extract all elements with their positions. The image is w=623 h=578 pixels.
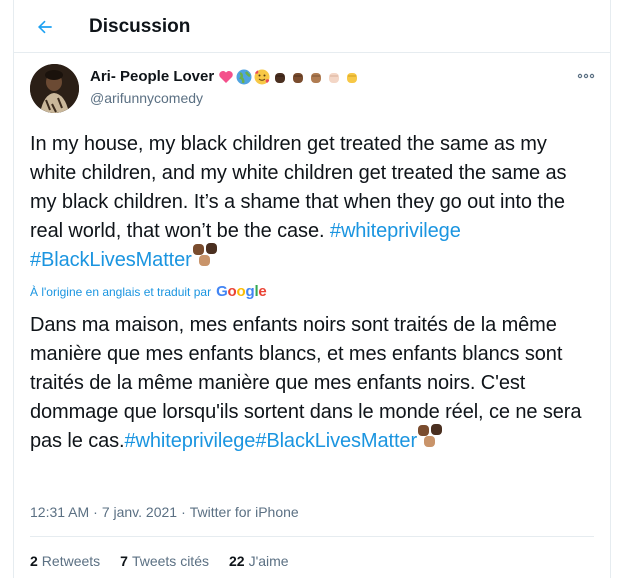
page-title: Discussion (89, 16, 191, 37)
hashtag-whiteprivilege-translated[interactable]: #whiteprivilege (125, 430, 256, 452)
avatar[interactable] (30, 64, 79, 113)
translated-by-label: À l'origine en anglais et traduit par (30, 284, 212, 299)
more-dots-icon (577, 73, 595, 79)
google-logo: Google (216, 283, 267, 300)
earth-globe-icon (236, 69, 252, 84)
tweet-original-text: In my house, my black children get treat… (30, 130, 596, 275)
hashtag-blacklivesmatter[interactable]: #BlackLivesMatter (30, 249, 192, 271)
name-emojis (218, 69, 360, 85)
retweets-stat[interactable]: 2 Retweets (30, 553, 100, 569)
meta-separator-2: · (181, 504, 186, 520)
raised-fists-icon (192, 243, 224, 270)
retweets-count: 2 (30, 553, 38, 569)
arrow-left-icon (38, 20, 52, 34)
avatar-image (30, 64, 79, 113)
original-text-body: In my house, my black children get treat… (30, 133, 567, 242)
raised-fist-light-icon (329, 72, 340, 83)
smiling-face-with-hearts-icon (254, 69, 270, 84)
likes-count: 22 (228, 553, 245, 569)
tweet-translated-text: Dans ma maison, mes enfants noirs sont t… (30, 311, 596, 456)
author-display-name[interactable]: Ari- People Lover (90, 68, 214, 85)
raised-fist-medium-icon (311, 72, 322, 83)
raised-fists-translated-icon (417, 424, 449, 451)
tweet-time[interactable]: 12:31 AM (30, 504, 89, 520)
retweets-label: Retweets (41, 553, 101, 569)
hashtag-blacklivesmatter-translated[interactable]: #BlackLivesMatter (255, 430, 417, 452)
likes-stat[interactable]: 22 J'aime (229, 553, 289, 569)
translation-attribution[interactable]: À l'origine en anglais et traduit par Go… (30, 283, 267, 300)
hashtag-whiteprivilege[interactable]: #whiteprivilege (330, 220, 461, 242)
raised-fist-medium-dark-icon (293, 72, 304, 83)
engagement-stats: 2 Retweets 7 Tweets cités 22 J'aime (30, 553, 289, 569)
tweet-date[interactable]: 7 janv. 2021 (102, 504, 177, 520)
author-name-row: Ari- People Lover (90, 68, 360, 85)
sparkling-heart-icon (219, 70, 233, 83)
meta-separator: · (93, 504, 98, 520)
back-button[interactable] (30, 12, 60, 42)
quotes-label: Tweets cités (131, 553, 209, 569)
quote-tweets-stat[interactable]: 7 Tweets cités (120, 553, 209, 569)
raised-fist-dark-icon (275, 72, 286, 83)
tweet-metadata: 12:31 AM · 7 janv. 2021 · Twitter for iP… (30, 504, 299, 520)
author-handle[interactable]: @arifunnycomedy (90, 90, 203, 106)
page-header: Discussion (14, 0, 610, 53)
tweet-detail-panel: Discussion Ari- People Lover @arifunnyco… (13, 0, 611, 578)
raised-fist-yellow-icon (347, 72, 358, 83)
more-options-button[interactable] (576, 68, 596, 84)
quotes-count: 7 (120, 553, 128, 569)
divider (30, 536, 594, 537)
tweet-source[interactable]: Twitter for iPhone (190, 504, 299, 520)
likes-label: J'aime (248, 553, 289, 569)
